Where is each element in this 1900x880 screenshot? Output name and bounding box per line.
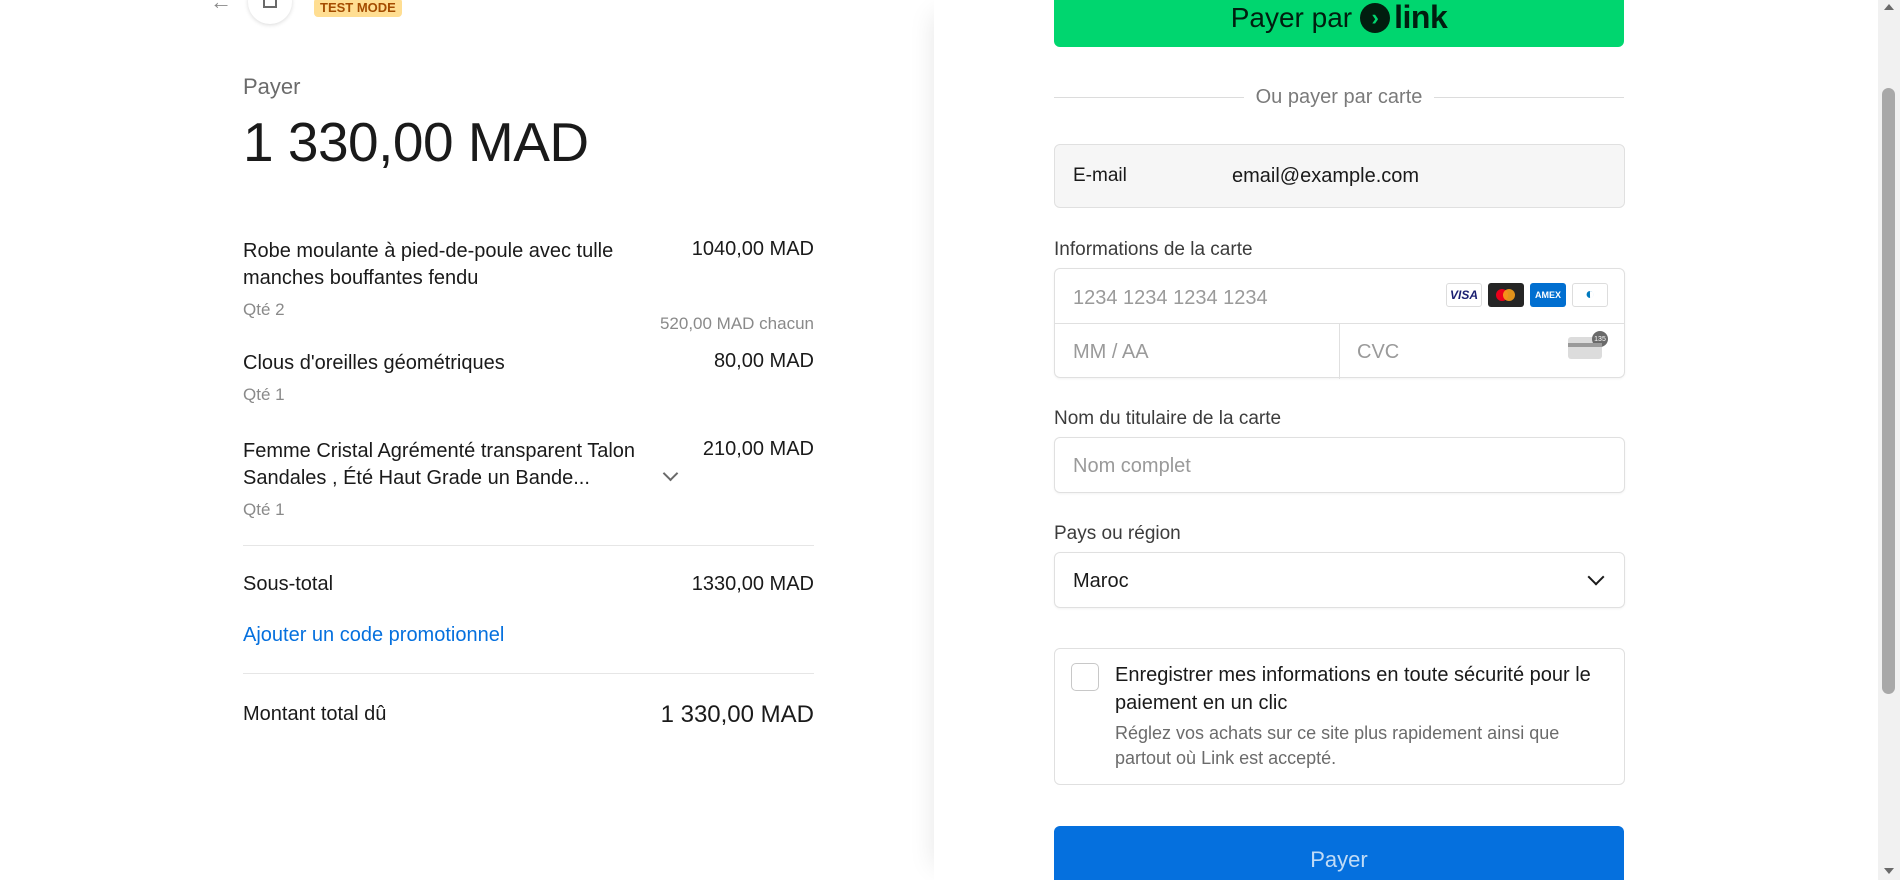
cardholder-name-input[interactable]: Nom complet — [1054, 437, 1625, 493]
subtotal-label: Sous-total — [243, 573, 334, 595]
item-price: 80,00 MAD — [713, 350, 814, 372]
name-placeholder: Nom complet — [1073, 455, 1191, 477]
scroll-thumb[interactable] — [1882, 88, 1895, 694]
divider-line — [1434, 96, 1624, 98]
list-item: Robe moulante à pied-de-poule avec tulle… — [243, 238, 814, 334]
card-details: 1234 1234 1234 1234 VISA AMEX ◐ MM / AA … — [1054, 268, 1625, 379]
save-info-title: Enregistrer mes informations en toute sé… — [1115, 664, 1591, 714]
save-info-description: Réglez vos achats sur ce site plus rapid… — [1115, 723, 1560, 768]
item-name: Clous d'oreilles géométriques — [243, 352, 505, 374]
diners-icon: ◐ — [1572, 283, 1608, 307]
email-value: email@example.com — [1232, 164, 1420, 187]
line-items: Robe moulante à pied-de-poule avec tulle… — [243, 238, 814, 519]
cvc-input[interactable]: CVC — [1357, 341, 1399, 364]
arrow-left-icon[interactable]: ← — [210, 0, 234, 14]
link-logo: › link — [1360, 0, 1448, 36]
scroll-up-icon[interactable] — [1884, 4, 1894, 10]
cardholder-name-label: Nom du titulaire de la carte — [1054, 408, 1282, 429]
pay-amount: 1 330,00 MAD — [243, 111, 589, 173]
visa-icon: VISA — [1446, 283, 1482, 307]
item-price: 210,00 MAD — [702, 438, 814, 460]
list-item: Femme Cristal Agrémenté transparent Talo… — [243, 438, 814, 519]
mastercard-icon — [1488, 283, 1524, 307]
chevron-right-icon: › — [1360, 2, 1391, 33]
chevron-down-icon — [1587, 568, 1605, 586]
store-icon — [248, 0, 292, 24]
email-field[interactable]: E-mail email@example.com — [1054, 144, 1625, 208]
card-info-label: Informations de la carte — [1054, 239, 1253, 260]
scrollbar[interactable] — [1878, 0, 1900, 880]
subtotal-value: 1330,00 MAD — [691, 573, 814, 595]
divider — [243, 673, 814, 674]
order-summary-panel: ← TEST MODE Payer 1 330,00 MAD Robe moul… — [0, 0, 934, 880]
pay-button-label: Payer — [1310, 847, 1368, 872]
expiry-input[interactable]: MM / AA — [1073, 341, 1149, 364]
pay-label: Payer — [243, 74, 301, 99]
card-number-input[interactable]: 1234 1234 1234 1234 — [1073, 287, 1268, 310]
divider-line — [1054, 96, 1244, 98]
card-brands: VISA AMEX ◐ — [1446, 283, 1608, 307]
total-row: Montant total dû 1 330,00 MAD — [243, 701, 814, 728]
item-price: 1040,00 MAD — [691, 238, 814, 260]
divider-text: Ou payer par carte — [1255, 85, 1423, 108]
country-value: Maroc — [1073, 570, 1129, 592]
subtotal-row: Sous-total 1330,00 MAD — [243, 573, 814, 596]
scroll-down-icon[interactable] — [1884, 868, 1894, 874]
total-label: Montant total dû — [243, 703, 387, 725]
list-item: Clous d'oreilles géométriques 80,00 MAD … — [243, 350, 814, 434]
item-name: Femme Cristal Agrémenté transparent Talo… — [243, 440, 636, 489]
cvc-card-icon — [1568, 331, 1608, 359]
total-value: 1 330,00 MAD — [660, 701, 814, 728]
email-label: E-mail — [1073, 165, 1127, 186]
divider — [1339, 323, 1340, 379]
amex-icon: AMEX — [1530, 283, 1566, 307]
country-select[interactable]: Maroc — [1054, 552, 1625, 608]
save-info-box[interactable]: Enregistrer mes informations en toute sé… — [1054, 648, 1625, 785]
save-info-checkbox[interactable] — [1071, 663, 1099, 691]
item-unit-price: 520,00 MAD chacun — [659, 314, 814, 333]
link-button-prefix: Payer par — [1230, 1, 1353, 33]
chevron-down-icon[interactable] — [663, 468, 677, 482]
add-promo-code-link[interactable]: Ajouter un code promotionnel — [243, 624, 504, 647]
link-brand: link — [1394, 0, 1448, 35]
item-name: Robe moulante à pied-de-poule avec tulle… — [243, 240, 614, 289]
test-mode-badge: TEST MODE — [314, 0, 402, 17]
item-qty: Qté 1 — [243, 500, 285, 519]
country-label: Pays ou région — [1054, 523, 1181, 544]
top-bar: ← TEST MODE — [210, 0, 402, 24]
pay-button[interactable]: Payer — [1054, 826, 1624, 880]
or-divider: Ou payer par carte — [1054, 85, 1624, 109]
divider — [243, 545, 814, 546]
pay-with-link-button[interactable]: Payer par › link — [1054, 0, 1624, 47]
item-qty: Qté 1 — [243, 385, 285, 404]
